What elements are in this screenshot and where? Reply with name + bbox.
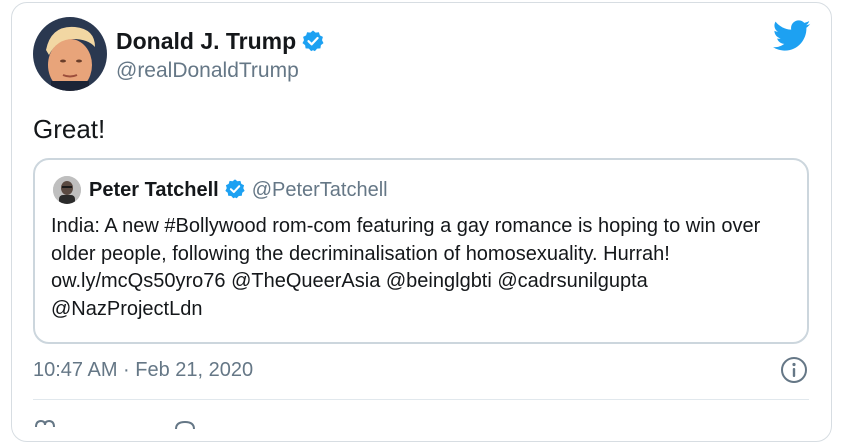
- twitter-bird-icon[interactable]: [772, 20, 811, 57]
- quoted-author-name[interactable]: Peter Tatchell: [89, 179, 219, 201]
- verified-badge-icon: [224, 178, 246, 206]
- action-bar: [33, 416, 809, 430]
- reply-icon[interactable]: [173, 416, 197, 430]
- quoted-author-line[interactable]: Peter Tatchell @PeterTatchell: [89, 178, 388, 206]
- quoted-tweet[interactable]: Peter Tatchell @PeterTatchell India: A n…: [33, 158, 809, 344]
- quoted-author-avatar[interactable]: [53, 176, 81, 204]
- divider: [33, 399, 809, 400]
- tweet-timestamp[interactable]: 10:47 AM · Feb 21, 2020: [33, 357, 253, 383]
- author-name[interactable]: Donald J. Trump: [116, 27, 325, 59]
- author-handle[interactable]: @realDonaldTrump: [116, 58, 299, 84]
- author-avatar[interactable]: [33, 17, 107, 91]
- verified-badge-icon: [301, 29, 325, 59]
- quoted-tweet-text: India: A new #Bollywood rom-com featurin…: [51, 215, 761, 320]
- like-icon[interactable]: [33, 416, 57, 428]
- quoted-author-handle[interactable]: @PeterTatchell: [252, 179, 388, 201]
- info-icon[interactable]: [780, 356, 808, 389]
- author-name-text[interactable]: Donald J. Trump: [116, 28, 296, 54]
- tweet-text: Great!: [33, 114, 106, 144]
